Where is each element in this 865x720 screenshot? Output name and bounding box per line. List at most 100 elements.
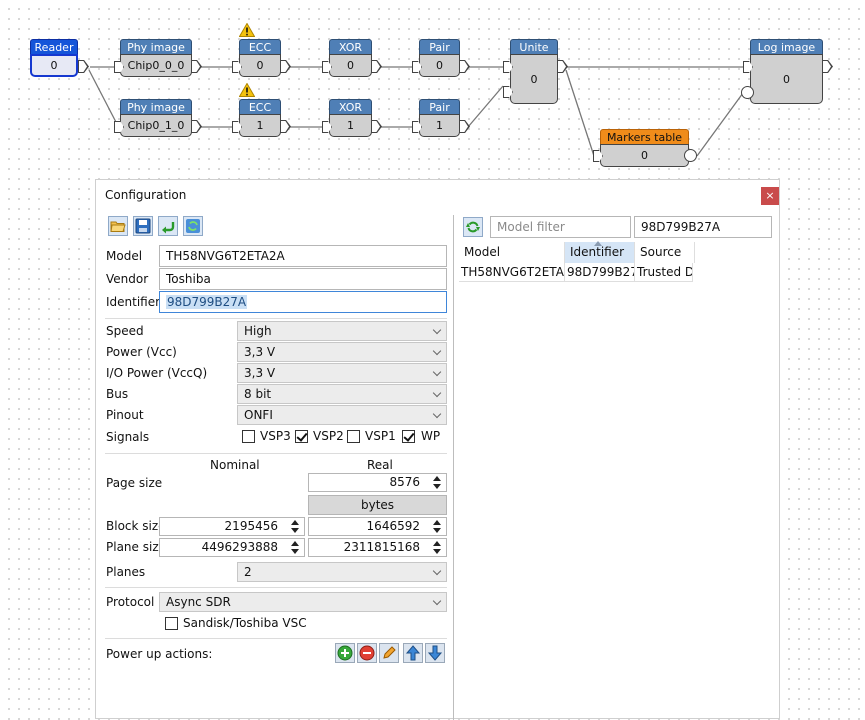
chevron-down-icon [432, 566, 442, 576]
output-port[interactable] [191, 120, 202, 133]
speed-label: Speed [106, 324, 144, 338]
xor-node-1[interactable]: XOR 0 [329, 39, 372, 77]
xor-title: XOR [329, 99, 372, 115]
vsp1-label: VSP1 [365, 429, 396, 443]
phy-image-node-2[interactable]: Phy image Chip0_1_0 [120, 99, 192, 137]
pair-title: Pair [419, 99, 460, 115]
save-icon [135, 218, 151, 234]
output-port-round[interactable] [684, 149, 697, 162]
output-port[interactable] [280, 60, 291, 73]
output-port[interactable] [459, 120, 470, 133]
close-button[interactable]: × [761, 187, 779, 205]
reader-node-value: 0 [30, 54, 78, 77]
planes-select[interactable]: 2 [237, 562, 447, 582]
ecc-value: 0 [239, 54, 281, 77]
vsp2-checkbox[interactable] [295, 430, 308, 443]
remove-icon [359, 645, 375, 661]
page-size-real-input[interactable]: 8576 [308, 473, 447, 492]
power-value: 3,3 V [244, 345, 276, 359]
output-port[interactable] [371, 120, 382, 133]
block-size-nominal-input[interactable]: 2195456 [159, 517, 305, 536]
identifier-field[interactable]: 98D799B27A [159, 291, 447, 313]
spinner-icon[interactable] [430, 540, 445, 555]
markers-table-node[interactable]: Markers table 0 [600, 129, 689, 167]
sort-indicator-icon [594, 241, 602, 246]
spinner-icon[interactable] [430, 475, 445, 490]
output-port[interactable] [280, 120, 291, 133]
power-label: Power (Vcc) [106, 345, 177, 359]
table-cell-model[interactable]: TH58NVG6T2ETA2A [459, 263, 565, 282]
save-button[interactable] [133, 216, 153, 236]
output-port[interactable] [459, 60, 470, 73]
io-power-value: 3,3 V [244, 366, 276, 380]
log-image-value: 0 [750, 54, 823, 104]
pinout-label: Pinout [106, 408, 144, 422]
output-port[interactable] [371, 60, 382, 73]
vsp1-checkbox[interactable] [347, 430, 360, 443]
vsp2-label: VSP2 [313, 429, 344, 443]
chevron-down-icon [432, 388, 442, 398]
refresh-button[interactable] [183, 216, 203, 236]
pair-title: Pair [419, 39, 460, 55]
xor-node-2[interactable]: XOR 1 [329, 99, 372, 137]
db-refresh-button[interactable] [463, 217, 483, 237]
chevron-down-icon [432, 596, 442, 606]
bus-select[interactable]: 8 bit [237, 384, 447, 404]
undo-button[interactable] [158, 216, 178, 236]
ecc-node-2[interactable]: ECC 1 [239, 99, 281, 137]
output-port[interactable] [78, 60, 89, 73]
output-port[interactable] [557, 60, 568, 73]
model-filter-input[interactable]: Model filter [490, 216, 631, 238]
protocol-select[interactable]: Async SDR [159, 592, 447, 612]
log-image-title: Log image [750, 39, 823, 55]
spinner-icon[interactable] [430, 519, 445, 534]
block-size-real-input[interactable]: 1646592 [308, 517, 447, 536]
table-cell-source[interactable]: Trusted DB [635, 263, 693, 282]
spinner-icon[interactable] [288, 519, 303, 534]
model-field[interactable]: TH58NVG6T2ETA2A [159, 245, 447, 267]
log-image-node[interactable]: Log image 0 [750, 39, 823, 104]
pair-node-1[interactable]: Pair 0 [419, 39, 460, 77]
ecc-node-1[interactable]: ECC 0 [239, 39, 281, 77]
column-header-source[interactable]: Source [635, 242, 695, 263]
remove-action-button[interactable] [357, 643, 377, 663]
power-select[interactable]: 3,3 V [237, 342, 447, 362]
unite-node[interactable]: Unite 0 [510, 39, 558, 104]
open-button[interactable] [108, 216, 128, 236]
edit-action-button[interactable] [379, 643, 399, 663]
units-button[interactable]: bytes [308, 495, 447, 515]
add-action-button[interactable] [335, 643, 355, 663]
chevron-down-icon [432, 409, 442, 419]
plane-size-real-input[interactable]: 2311815168 [308, 538, 447, 557]
vsc-checkbox[interactable] [165, 617, 178, 630]
panel-splitter[interactable] [453, 215, 454, 720]
output-port[interactable] [822, 60, 833, 73]
pair-value: 1 [419, 114, 460, 137]
vendor-field[interactable]: Toshiba [159, 268, 447, 290]
panel-title: Configuration [105, 188, 187, 202]
table-cell-identifier[interactable]: 98D799B27A [565, 263, 635, 282]
bus-value: 8 bit [244, 387, 272, 401]
speed-select[interactable]: High [237, 321, 447, 341]
unite-value: 0 [510, 54, 558, 104]
phy-image-node-1[interactable]: Phy image Chip0_0_0 [120, 39, 192, 77]
down-arrow-icon [427, 645, 443, 661]
wp-checkbox[interactable] [402, 430, 415, 443]
column-header-identifier[interactable]: Identifier [565, 241, 635, 263]
column-header-model[interactable]: Model [459, 242, 565, 263]
move-up-button[interactable] [403, 643, 423, 663]
identifier-filter-input[interactable]: 98D799B27A [634, 216, 772, 238]
pair-node-2[interactable]: Pair 1 [419, 99, 460, 137]
output-port[interactable] [191, 60, 202, 73]
reader-node[interactable]: Reader 0 [30, 39, 78, 77]
block-size-real-value: 1646592 [366, 519, 420, 533]
protocol-label: Protocol [106, 595, 155, 609]
spinner-icon[interactable] [288, 540, 303, 555]
io-power-select[interactable]: 3,3 V [237, 363, 447, 383]
vsp3-checkbox[interactable] [242, 430, 255, 443]
plane-size-nominal-input[interactable]: 4496293888 [159, 538, 305, 557]
move-down-button[interactable] [425, 643, 445, 663]
xor-value: 0 [329, 54, 372, 77]
input-port-round[interactable] [741, 86, 754, 99]
pinout-select[interactable]: ONFI [237, 405, 447, 425]
